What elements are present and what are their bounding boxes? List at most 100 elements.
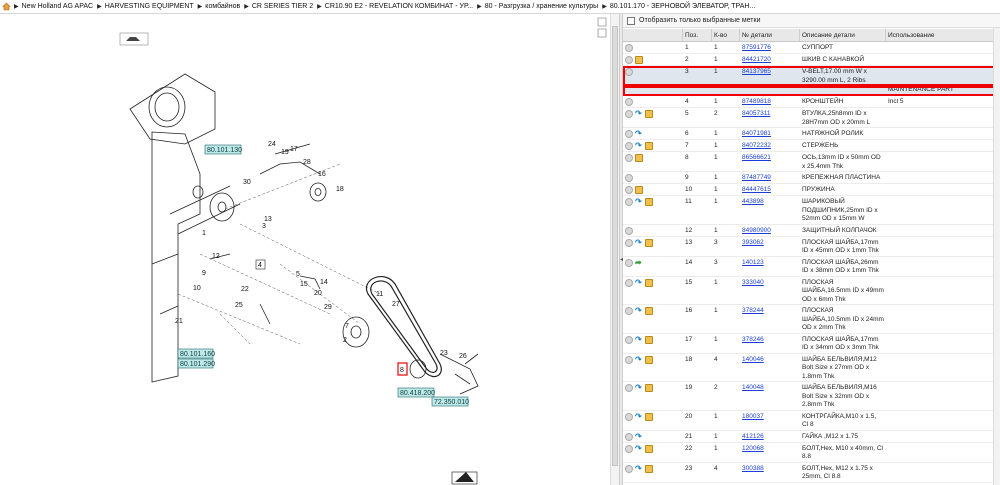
green-arrow-icon[interactable]: ➦ — [635, 258, 643, 267]
table-row[interactable]: 3 1 84137965 V-BELT,17.00 mm W x 3290.00 mm… — [623, 66, 1000, 86]
table-row[interactable]: 9 1 87487749 КРЕПЕЖНАЯ ПЛАСТИНА — [623, 172, 1000, 184]
breadcrumb-item[interactable]: ▶ CR SERIES TIER 2 — [244, 3, 313, 10]
status-dot-icon[interactable] — [625, 307, 633, 315]
table-row[interactable]: ↷ 21 1 412126 ГАЙКА ,M12 x 1.75 — [623, 431, 1000, 443]
link-icon[interactable]: ↷ — [635, 142, 643, 150]
table-row[interactable]: ↷ 6 1 84071981 НАТЯЖНОЙ РОЛИК — [623, 128, 1000, 140]
row-part-number[interactable]: 120068 — [740, 443, 800, 462]
row-part-number[interactable]: 84447615 — [740, 184, 800, 195]
table-row[interactable]: ↷ 17 1 378246 ПЛОСКАЯ ШАЙБА,17mm ID x 34mm O… — [623, 334, 1000, 354]
package-icon[interactable] — [645, 110, 653, 118]
table-row[interactable]: ↷ 22 1 120068 БОЛТ,Hex, M10 x 40mm, Cl 8.8 — [623, 443, 1000, 463]
table-row[interactable]: ↷ 15 1 333040 ПЛОСКАЯ ШАЙБА,16.5mm ID x 49mm… — [623, 277, 1000, 305]
package-icon[interactable] — [635, 186, 643, 194]
status-dot-icon[interactable] — [625, 412, 633, 421]
status-dot-icon[interactable] — [625, 174, 633, 182]
status-dot-icon[interactable] — [625, 130, 633, 138]
status-dot-icon[interactable] — [625, 335, 633, 344]
package-icon[interactable] — [635, 56, 643, 64]
row-part-number[interactable]: 84980900 — [740, 225, 800, 236]
table-row[interactable]: ↷ 5 2 84057311 ВТУЛКА,25h8mm ID x 28H7mm OD … — [623, 108, 1000, 128]
table-row[interactable]: 1 1 87591776 СУППОРТ — [623, 42, 1000, 54]
status-dot-icon[interactable] — [625, 198, 633, 206]
row-part-number[interactable]: 140048 — [740, 382, 800, 410]
header-usage[interactable]: Использование — [886, 29, 1000, 41]
package-icon[interactable] — [635, 154, 643, 162]
breadcrumb-item[interactable]: ▶ HARVESTING EQUIPMENT — [97, 3, 194, 10]
row-part-number[interactable]: 412126 — [740, 431, 800, 442]
link-icon[interactable]: ↷ — [635, 278, 643, 287]
table-row[interactable]: 8 1 86566621 ОСЬ,13mm ID x 50mm OD x 25.4mm… — [623, 152, 1000, 172]
package-icon[interactable] — [645, 444, 653, 453]
package-icon[interactable] — [645, 142, 653, 150]
link-icon[interactable]: ↷ — [635, 432, 643, 441]
status-dot-icon[interactable] — [625, 464, 633, 473]
exploded-diagram[interactable]: 80.101.130 80.101.160 80.101.290 80.418.… — [0, 14, 610, 485]
link-icon[interactable]: ↷ — [635, 444, 643, 453]
status-dot-icon[interactable] — [625, 56, 633, 64]
package-icon[interactable] — [645, 335, 653, 344]
status-dot-icon[interactable] — [625, 444, 633, 453]
link-icon[interactable]: ↷ — [635, 335, 643, 344]
header-part-number[interactable]: № детали — [740, 29, 800, 41]
status-dot-icon[interactable] — [625, 142, 633, 150]
package-icon[interactable] — [645, 464, 653, 473]
row-part-number[interactable]: 378246 — [740, 334, 800, 353]
table-row[interactable]: 2 1 84421720 ШКИВ С КАНАВКОЙ — [623, 54, 1000, 66]
show-selected-checkbox[interactable] — [627, 16, 635, 25]
package-icon[interactable] — [645, 238, 653, 247]
link-icon[interactable]: ↷ — [635, 412, 643, 421]
row-part-number[interactable]: 333040 — [740, 277, 800, 305]
header-pos[interactable]: Поз. — [683, 29, 712, 41]
home-icon[interactable] — [2, 2, 11, 11]
parts-scrollbar[interactable] — [993, 28, 1000, 485]
status-dot-icon[interactable] — [625, 44, 633, 52]
link-icon[interactable]: ↷ — [635, 130, 643, 138]
package-icon[interactable] — [645, 307, 653, 315]
breadcrumb-item[interactable]: ▶ комбайнов — [198, 3, 241, 10]
row-part-number[interactable]: 86566621 — [740, 152, 800, 171]
row-part-number[interactable]: 393062 — [740, 237, 800, 256]
table-row[interactable]: ↷ 20 1 180037 КОНТРГАЙКА,M10 x 1.5, Cl 8 — [623, 411, 1000, 431]
link-icon[interactable]: ↷ — [635, 384, 643, 392]
breadcrumb-item[interactable]: ▶ New Holland AG APAC — [14, 3, 93, 10]
table-row[interactable]: 12 1 84980900 ЗАЩИТНЫЙ КОЛПАЧОК — [623, 225, 1000, 237]
package-icon[interactable] — [645, 278, 653, 287]
row-part-number[interactable]: 87591776 — [740, 42, 800, 53]
row-part-number[interactable]: 443898 — [740, 196, 800, 224]
expand-icon[interactable] — [597, 17, 607, 27]
status-dot-icon[interactable] — [625, 355, 633, 364]
package-icon[interactable] — [645, 198, 653, 206]
status-dot-icon[interactable] — [625, 68, 633, 76]
status-dot-icon[interactable] — [625, 432, 633, 441]
package-icon[interactable] — [645, 412, 653, 421]
link-icon[interactable]: ↷ — [635, 307, 643, 315]
row-part-number[interactable]: 84072232 — [740, 140, 800, 151]
link-icon[interactable]: ↷ — [635, 464, 643, 473]
table-row[interactable]: ↷ 19 2 140048 ШАЙБА БЕЛЬВИЛЯ,M16 Bolt Size x… — [623, 382, 1000, 411]
row-part-number[interactable]: 84057311 — [740, 108, 800, 127]
fullscreen-icon[interactable] — [597, 28, 607, 38]
table-row[interactable]: 10 1 84447615 ПРУЖИНА — [623, 184, 1000, 196]
breadcrumb-item[interactable]: ▶ 80 - Разгрузка / хранение культуры — [477, 3, 598, 10]
row-part-number[interactable]: 84071981 — [740, 128, 800, 139]
diagram-scrollbar[interactable] — [610, 14, 619, 485]
package-icon[interactable] — [645, 384, 653, 392]
row-part-number[interactable]: 84137965 — [740, 66, 800, 85]
row-part-number[interactable]: 87489818 — [740, 96, 800, 107]
table-row[interactable]: ↷ 18 4 140046 ШАЙБА БЕЛЬВИЛЯ,M12 Bolt Size x… — [623, 354, 1000, 382]
breadcrumb-item[interactable]: ▶ CR10.90 E2 - REVELATION КОМБИНАТ - УР..… — [317, 3, 473, 10]
link-icon[interactable]: ↷ — [635, 110, 643, 118]
header-qty[interactable]: К-во — [712, 29, 740, 41]
status-dot-icon[interactable] — [625, 226, 633, 235]
link-icon[interactable]: ↷ — [635, 355, 643, 364]
table-row[interactable]: ↷ 7 1 84072232 СТЕРЖЕНЬ — [623, 140, 1000, 152]
package-icon[interactable] — [645, 355, 653, 364]
row-part-number[interactable]: 300388 — [740, 463, 800, 482]
table-row[interactable]: ↷ 16 1 378244 ПЛОСКАЯ ШАЙБА,10.5mm ID x 24mm… — [623, 305, 1000, 334]
table-row[interactable]: 4 1 87489818 КРОНШТЕЙН Incl 5 — [623, 96, 1000, 108]
table-row[interactable]: ↷ 11 1 443898 ШАРИКОВЫЙ ПОДШИПНИК,25mm ID x … — [623, 196, 1000, 225]
status-dot-icon[interactable] — [625, 186, 633, 194]
status-dot-icon[interactable] — [625, 384, 633, 392]
status-dot-icon[interactable] — [625, 278, 633, 287]
